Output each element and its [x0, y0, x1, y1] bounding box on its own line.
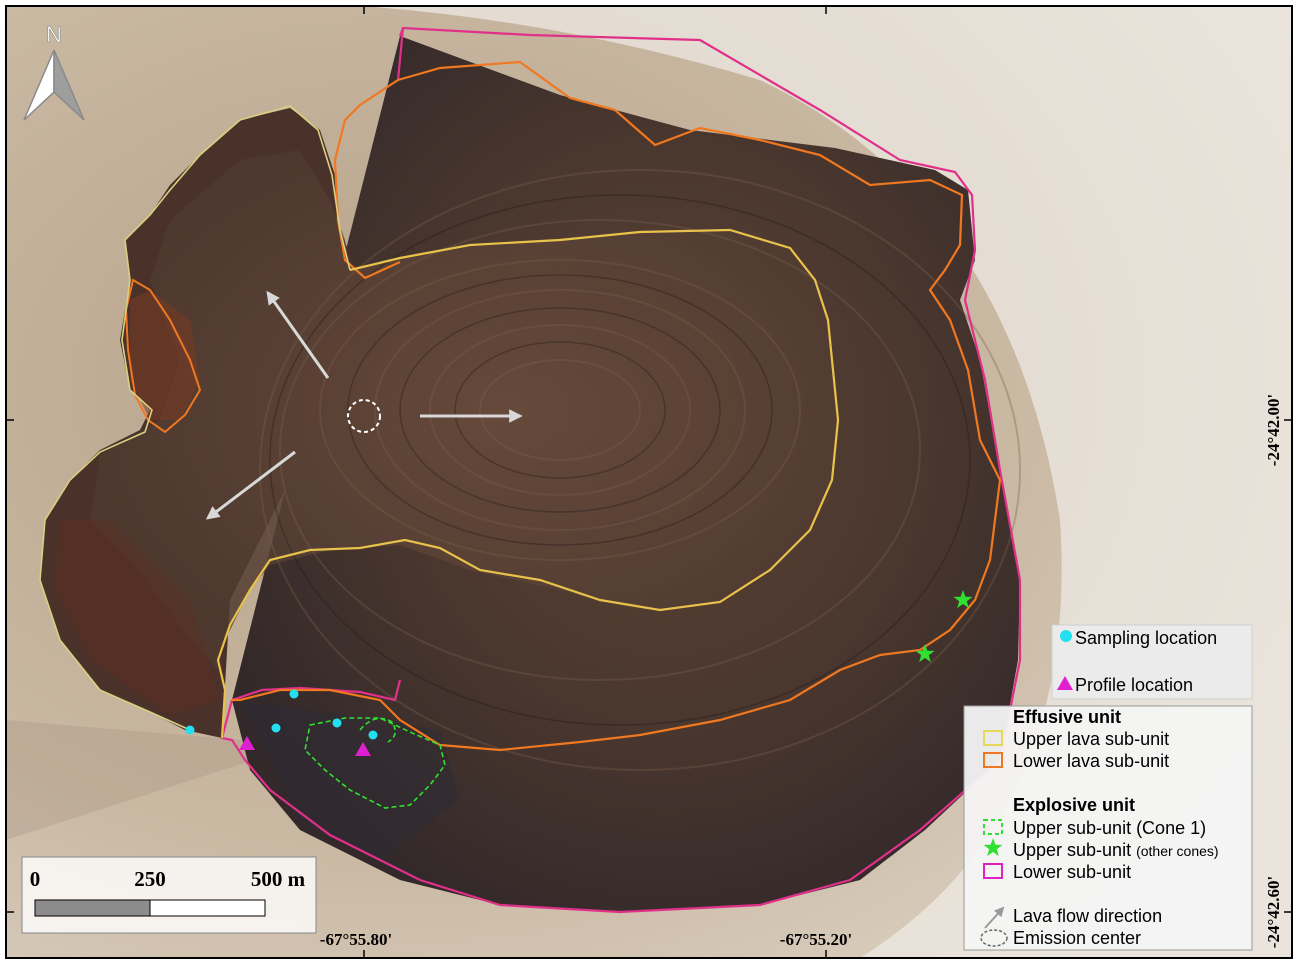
sampling-point	[289, 689, 299, 699]
point-legend: Sampling location Profile location	[1051, 624, 1253, 700]
scale-label-250: 250	[134, 867, 166, 891]
north-label: N	[46, 22, 62, 47]
profile-legend-label: Profile location	[1075, 675, 1193, 695]
sampling-point	[368, 730, 378, 740]
cone1-label: Upper sub-unit (Cone 1)	[1013, 818, 1206, 838]
scale-bar: 0 250 500 m	[21, 856, 317, 934]
lava-flow-label: Lava flow direction	[1013, 906, 1162, 926]
emission-center-label: Emission center	[1013, 928, 1141, 948]
upper-lava-label: Upper lava sub-unit	[1013, 729, 1169, 749]
sampling-point	[271, 723, 281, 733]
sampling-legend-label: Sampling location	[1075, 628, 1217, 648]
sampling-point	[185, 725, 195, 735]
effusive-title: Effusive unit	[1013, 707, 1121, 727]
y-tick-label-1: -24°42.00'	[1264, 394, 1283, 466]
y-tick-label-2: -24°42.60'	[1264, 876, 1283, 948]
other-cones-label: Upper sub-unit (other cones)	[1013, 840, 1219, 860]
units-legend: Effusive unit Upper lava sub-unit Lower …	[963, 705, 1253, 951]
x-tick-label-2: -67°55.20'	[780, 930, 852, 949]
geological-map: -67°55.80' -67°55.20' -24°42.00' -24°42.…	[5, 5, 1293, 959]
x-tick-label-1: -67°55.80'	[320, 930, 392, 949]
sampling-legend-icon	[1060, 630, 1072, 642]
lower-lava-label: Lower lava sub-unit	[1013, 751, 1169, 771]
scale-label-0: 0	[30, 867, 41, 891]
lower-sub-label: Lower sub-unit	[1013, 862, 1131, 882]
scale-label-500: 500 m	[251, 867, 306, 891]
explosive-title: Explosive unit	[1013, 795, 1135, 815]
sampling-point	[332, 718, 342, 728]
